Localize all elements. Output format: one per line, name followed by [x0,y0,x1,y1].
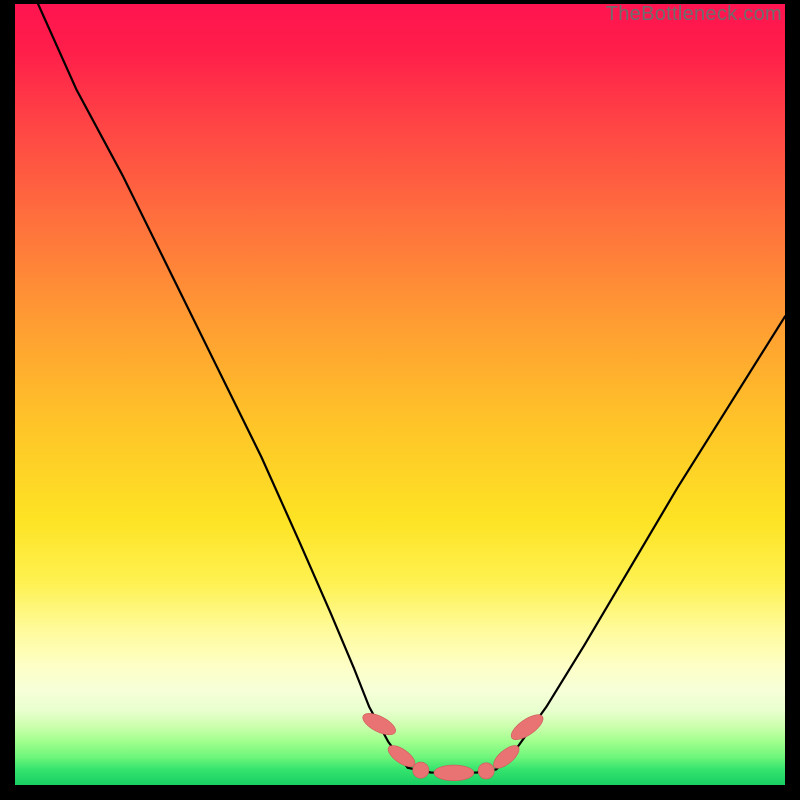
bottleneck-curve-svg [15,4,785,785]
plot-area [15,4,785,785]
marker-6 [507,710,546,744]
chart-frame: TheBottleneck.com [0,0,800,800]
curve-path [38,4,785,773]
marker-1 [385,742,418,771]
marker-3 [434,765,474,781]
marker-5 [490,742,523,773]
watermark-text: TheBottleneck.com [606,3,782,26]
marker-2 [413,762,429,778]
marker-0 [360,709,399,739]
curve-group [38,4,785,773]
marker-4 [478,763,494,779]
